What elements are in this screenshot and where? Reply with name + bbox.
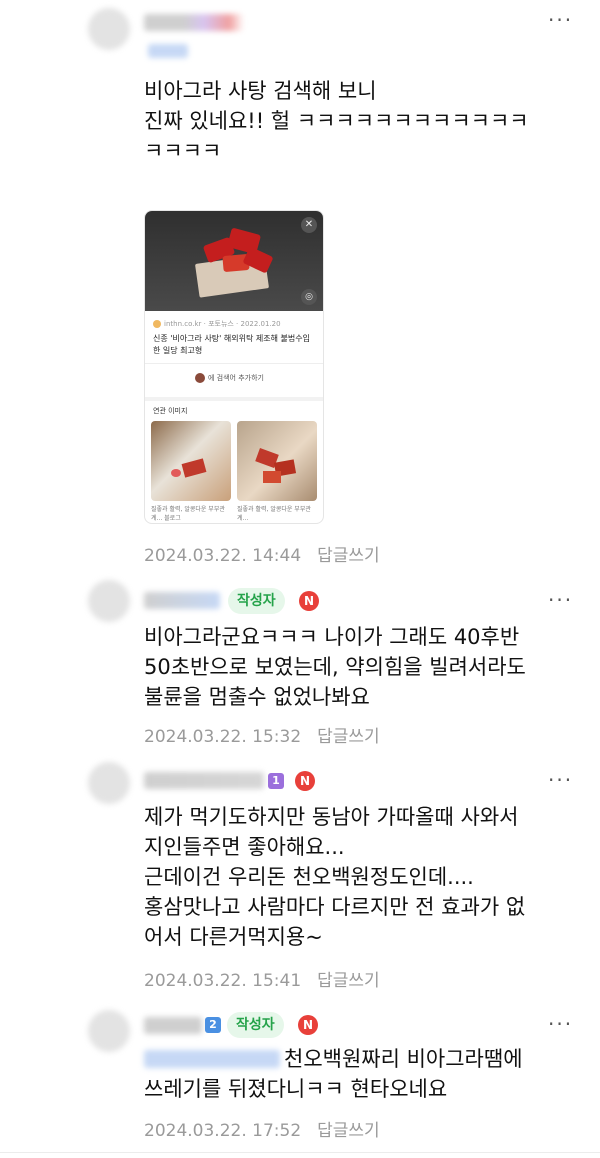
reply-button[interactable]: 답글쓰기 — [317, 727, 380, 747]
related-image-1[interactable] — [151, 421, 231, 501]
more-options-icon[interactable]: ··· — [548, 590, 573, 610]
level-badge: 2 — [205, 1017, 221, 1033]
comment-date: 2024.03.22. 15:32 — [144, 727, 302, 747]
author-name[interactable] — [144, 592, 220, 609]
comment-meta: 2024.03.22. 15:32 답글쓰기 — [144, 722, 380, 747]
avatar[interactable] — [88, 580, 130, 622]
author-badge: 작성자 — [227, 1012, 284, 1038]
search-result-card[interactable]: ✕ ◎ inthn.co.kr · 포토뉴스 · 2022.01.20 신종 '… — [144, 210, 324, 524]
more-options-icon[interactable]: ··· — [548, 770, 573, 790]
news-photo — [145, 211, 323, 311]
related-caption-1: 질좋과 활력, 알콩다운 부부관계... 블로그 — [151, 506, 225, 522]
comment-meta: 2024.03.22. 17:52 답글쓰기 — [144, 1116, 380, 1141]
comment-text: 천오백원짜리 비아그라땜에 쓰레기를 뒤졌다니ㅋㅋ 현타오네요 — [144, 1047, 523, 1101]
reply-button[interactable]: 답글쓰기 — [317, 546, 380, 566]
comment-date: 2024.03.22. 15:41 — [144, 971, 302, 991]
comment-meta: 2024.03.22. 14:44 답글쓰기 — [144, 541, 380, 566]
comment-text: 제가 먹기도하지만 동남아 가따올때 사와서 지인들주면 좋아해요... 근데이… — [144, 805, 526, 949]
new-badge: N — [295, 771, 315, 791]
close-icon[interactable]: ✕ — [301, 217, 317, 233]
comment-date: 2024.03.22. 17:52 — [144, 1121, 302, 1141]
reply-button[interactable]: 답글쓰기 — [317, 1121, 380, 1141]
avatar[interactable] — [88, 762, 130, 804]
lens-icon[interactable]: ◎ — [301, 289, 317, 305]
more-options-icon[interactable]: ··· — [548, 10, 573, 30]
add-keyword-button[interactable]: 에 검색어 추가하기 — [195, 373, 264, 383]
comment-text: 비아그라군요ㅋㅋㅋ 나이가 그래도 40후반 50초반으로 보였는데, 약의힘을… — [144, 625, 526, 709]
new-badge: N — [298, 1015, 318, 1035]
comment-date: 2024.03.22. 14:44 — [144, 546, 302, 566]
author-name[interactable] — [144, 772, 264, 789]
author-subtitle — [148, 44, 188, 58]
news-source: inthn.co.kr · 포토뉴스 · 2022.01.20 — [153, 319, 281, 329]
author-name[interactable] — [144, 1017, 202, 1034]
more-options-icon[interactable]: ··· — [548, 1014, 573, 1034]
bottom-divider — [0, 1152, 600, 1153]
news-headline[interactable]: 신종 '비아그라 사탕' 해외위탁 제조해 불법수입한 일당 최고형 — [153, 333, 313, 357]
related-images-label: 연관 이미지 — [153, 407, 188, 415]
related-image-2[interactable] — [237, 421, 317, 501]
comment-text: 비아그라 사탕 검색해 보니 진짜 있네요!! 헐 ㅋㅋㅋㅋㅋㅋㅋㅋㅋㅋㅋㅋ ㅋ… — [144, 79, 529, 163]
comment-meta: 2024.03.22. 15:41 답글쓰기 — [144, 966, 380, 991]
author-badge: 작성자 — [228, 588, 285, 614]
avatar[interactable] — [88, 1010, 130, 1052]
new-badge: N — [299, 591, 319, 611]
related-caption-2: 질좋과 활력, 알콩다운 부부관계... — [237, 506, 311, 522]
avatar[interactable] — [88, 8, 130, 50]
author-name[interactable] — [144, 14, 244, 31]
reply-button[interactable]: 답글쓰기 — [317, 971, 380, 991]
level-badge: 1 — [268, 773, 284, 789]
